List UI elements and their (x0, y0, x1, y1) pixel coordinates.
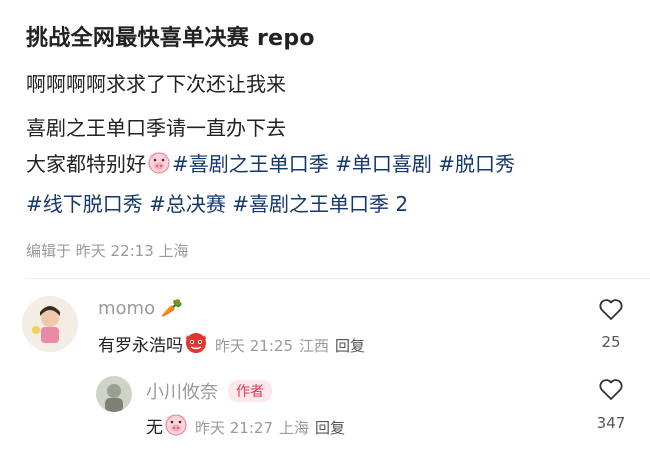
devil-face-icon (183, 330, 209, 359)
comment-text: 无 昨天 21:27 上海 回复 (146, 412, 345, 441)
avatar[interactable] (22, 296, 78, 352)
hashtag-link[interactable]: #单口喜剧 (335, 152, 432, 176)
post-line-1: 啊啊啊啊求求了下次还让我来 (26, 72, 286, 96)
like-count: 25 (601, 333, 621, 351)
pig-face-icon (163, 412, 189, 441)
reply-button[interactable]: 回复 (315, 419, 345, 437)
like-count: 347 (596, 414, 626, 432)
heart-icon[interactable] (598, 378, 624, 406)
hashtag-link[interactable]: #喜剧之王单口季 (172, 152, 329, 176)
comment-body: 无 (146, 418, 163, 438)
post-line-2: 喜剧之王单口季请一直办下去 (26, 116, 286, 140)
hashtag-link[interactable]: #脱口秀 (438, 152, 515, 176)
hashtag-link[interactable]: #总决赛 (149, 192, 226, 216)
pig-face-icon (146, 150, 172, 179)
post-line-3: 大家都特别好 #喜剧之王单口季 #单口喜剧 #脱口秀 (26, 148, 515, 179)
post-meta: 编辑于 昨天 22:13 上海 (26, 242, 189, 260)
author-badge: 作者 (228, 380, 272, 402)
comment-username[interactable]: 小川攸奈 作者 (146, 378, 272, 404)
avatar[interactable] (96, 376, 132, 412)
comment-username[interactable]: momo 🥕 (98, 298, 183, 319)
hashtag-link[interactable]: #线下脱口秀 (26, 192, 143, 216)
comment-location: 江西 (299, 337, 330, 355)
comment-location: 上海 (279, 419, 310, 437)
comment-time: 昨天 21:27 (195, 419, 273, 437)
comment-text: 有罗永浩吗 昨天 21:25 江西 回复 (98, 330, 365, 359)
hashtag-link[interactable]: #喜剧之王单口季 2 (232, 192, 408, 216)
comment-username-text[interactable]: 小川攸奈 (146, 382, 218, 403)
comment-time: 昨天 21:25 (215, 337, 293, 355)
comment-body: 有罗永浩吗 (98, 336, 183, 356)
heart-icon[interactable] (598, 298, 624, 326)
post-line-3-text: 大家都特别好 (26, 152, 146, 176)
username-emoji: 🥕 (160, 298, 184, 319)
post-line-4: #线下脱口秀 #总决赛 #喜剧之王单口季 2 (26, 188, 408, 217)
reply-button[interactable]: 回复 (335, 337, 365, 355)
post-title: 挑战全网最快喜单决赛 repo (26, 26, 315, 51)
divider (26, 278, 650, 279)
comment-username-text[interactable]: momo (98, 298, 155, 319)
